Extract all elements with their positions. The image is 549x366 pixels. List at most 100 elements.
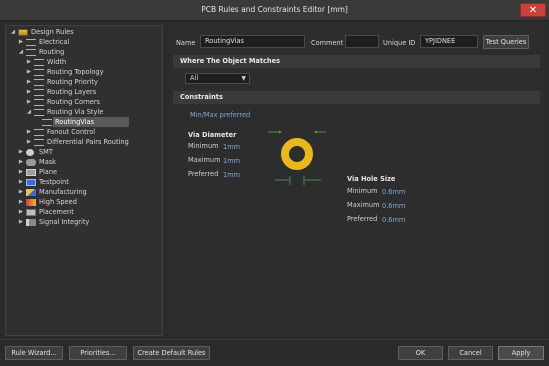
expand-arrow-icon[interactable]: ▶ — [18, 187, 24, 197]
tree-item[interactable]: ▶ Differential Pairs Routing — [6, 137, 162, 147]
tree-item[interactable]: RoutingVias — [6, 117, 162, 127]
corners-icon — [34, 99, 44, 106]
window-title: PCB Rules and Constraints Editor [mm] — [201, 5, 348, 14]
tree-item[interactable]: ▶ Testpoint — [6, 177, 162, 187]
via-hole-preferred-value[interactable]: 0.6mm — [382, 216, 405, 224]
collapse-arrow-icon[interactable]: ◢ — [18, 47, 24, 57]
collapse-arrow-icon[interactable]: ◢ — [26, 107, 32, 117]
topology-icon — [34, 69, 44, 76]
tree-item[interactable]: ◢ Routing — [6, 47, 162, 57]
layers-icon — [34, 89, 44, 96]
collapse-arrow-icon[interactable]: ◢ — [10, 27, 16, 37]
plane-icon — [26, 169, 36, 176]
where-selector[interactable]: All ▼ — [185, 73, 250, 84]
expand-arrow-icon[interactable]: ▶ — [26, 127, 32, 137]
via-hole-title: Via Hole Size — [347, 175, 396, 183]
apply-button[interactable]: Apply — [498, 346, 544, 360]
diameter-arrow-right — [314, 130, 317, 134]
expand-arrow-icon[interactable]: ▶ — [26, 137, 32, 147]
tree-item[interactable]: ▶ Plane — [6, 167, 162, 177]
via-style-icon — [34, 109, 44, 116]
via-rule-icon — [42, 119, 52, 126]
cancel-button[interactable]: Cancel — [448, 346, 493, 360]
tree-item-label: High Speed — [39, 198, 77, 206]
where-selected-value: All — [190, 74, 199, 82]
tree-item-label: Routing — [39, 48, 65, 56]
expand-arrow-icon[interactable]: ▶ — [26, 97, 32, 107]
signal-integrity-icon — [26, 219, 36, 226]
tree-item[interactable]: ◢ Design Rules — [6, 27, 162, 37]
where-section-header: Where The Object Matches — [173, 55, 540, 68]
tree-item[interactable]: ▶ Routing Layers — [6, 87, 162, 97]
rules-tree[interactable]: ◢ Design Rules ▶ Electrical ◢ Routing ▶ Width ▶ R… — [5, 25, 163, 336]
expand-arrow-icon[interactable]: ▶ — [18, 177, 24, 187]
diameter-arrow-left — [279, 130, 282, 134]
via-diameter-preferred-value[interactable]: 1mm — [223, 171, 240, 179]
tree-item[interactable]: ▶ Manufacturing — [6, 187, 162, 197]
tree-item[interactable]: ▶ Fanout Control — [6, 127, 162, 137]
placement-icon — [26, 209, 36, 216]
expand-arrow-icon[interactable]: ▶ — [18, 197, 24, 207]
via-hole-maximum-value[interactable]: 0.6mm — [382, 202, 405, 210]
create-default-rules-button[interactable]: Create Default Rules — [133, 346, 210, 360]
comment-field[interactable] — [345, 35, 379, 48]
tree-item-label: Electrical — [39, 38, 70, 46]
electrical-icon — [26, 39, 36, 46]
tree-item[interactable]: ◢ Routing Via Style — [6, 107, 162, 117]
tree-item-label: Signal Integrity — [39, 218, 90, 226]
fanout-icon — [34, 129, 44, 136]
rule-wizard-button[interactable]: Rule Wizard... — [5, 346, 63, 360]
test-queries-button[interactable]: Test Queries — [483, 35, 529, 49]
tree-item-label: Design Rules — [31, 28, 74, 36]
tree-item-label: Differential Pairs Routing — [47, 138, 129, 146]
expand-arrow-icon[interactable]: ▶ — [26, 87, 32, 97]
unique-id-label: Unique ID — [383, 39, 416, 47]
tree-item[interactable]: ▶ Routing Corners — [6, 97, 162, 107]
tree-item-label: Routing Corners — [47, 98, 100, 106]
tree-item[interactable]: ▶ Mask — [6, 157, 162, 167]
expand-arrow-icon[interactable]: ▶ — [26, 57, 32, 67]
tree-item[interactable]: ▶ SMT — [6, 147, 162, 157]
tree-item[interactable]: ▶ Placement — [6, 207, 162, 217]
via-diameter-minimum-label: Minimum — [188, 142, 219, 150]
close-button[interactable]: ✕ — [520, 3, 546, 17]
expand-arrow-icon[interactable]: ▶ — [18, 147, 24, 157]
tree-item-label: Fanout Control — [47, 128, 96, 136]
tree-item[interactable]: ▶ High Speed — [6, 197, 162, 207]
tree-item-label: Width — [47, 58, 67, 66]
expand-arrow-icon[interactable]: ▶ — [26, 67, 32, 77]
via-diameter-minimum-value[interactable]: 1mm — [223, 143, 240, 151]
width-icon — [34, 59, 44, 66]
via-hole-minimum-label: Minimum — [347, 187, 378, 195]
expand-arrow-icon[interactable]: ▶ — [18, 207, 24, 217]
tree-item-label: Testpoint — [39, 178, 69, 186]
via-diagram — [268, 130, 326, 185]
expand-arrow-icon[interactable]: ▶ — [18, 37, 24, 47]
tree-item[interactable]: ▶ Electrical — [6, 37, 162, 47]
tree-item-label: Plane — [39, 168, 58, 176]
tree-item[interactable]: ▶ Routing Priority — [6, 77, 162, 87]
via-drill-hole — [292, 149, 302, 159]
unique-id-field[interactable]: YPJIDNEE — [420, 35, 478, 48]
min-max-preferred-note: Min/Max preferred — [190, 111, 251, 119]
expand-arrow-icon[interactable]: ▶ — [18, 167, 24, 177]
ok-button[interactable]: OK — [398, 346, 443, 360]
tree-item[interactable]: ▶ Signal Integrity — [6, 217, 162, 227]
tree-item[interactable]: ▶ Width — [6, 57, 162, 67]
testpoint-icon — [26, 179, 36, 186]
rule-editor-panel: Name RoutingVias Comment Unique ID YPJID… — [169, 25, 544, 336]
tree-item-label: SMT — [39, 148, 53, 156]
diffpair-icon — [34, 139, 44, 146]
expand-arrow-icon[interactable]: ▶ — [18, 157, 24, 167]
tree-item-label: Mask — [39, 158, 56, 166]
tree-item[interactable]: ▶ Routing Topology — [6, 67, 162, 77]
via-diameter-maximum-value[interactable]: 1mm — [223, 157, 240, 165]
priorities-button[interactable]: Priorities... — [69, 346, 127, 360]
expand-arrow-icon[interactable]: ▶ — [18, 217, 24, 227]
expand-arrow-icon[interactable]: ▶ — [26, 77, 32, 87]
tree-item-label: Routing Priority — [47, 78, 98, 86]
via-diameter-title: Via Diameter — [188, 131, 237, 139]
via-hole-minimum-value[interactable]: 0.6mm — [382, 188, 405, 196]
rules-folder-icon — [18, 29, 28, 36]
name-field[interactable]: RoutingVias — [200, 35, 305, 48]
